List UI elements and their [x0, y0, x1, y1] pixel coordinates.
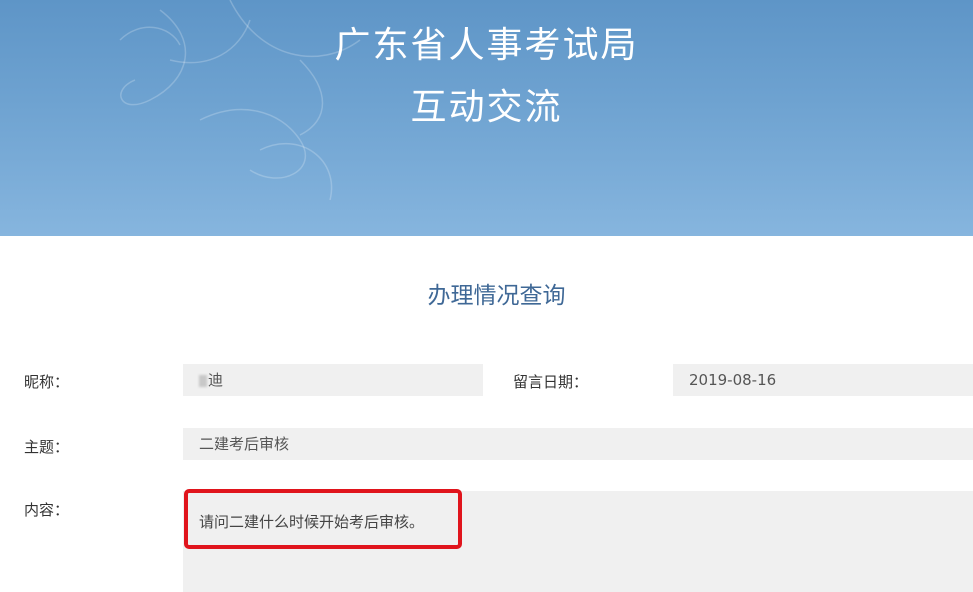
site-title: 广东省人事考试局 [334, 25, 639, 66]
subject-label: 主题： [24, 438, 70, 456]
content-field: 请问二建什么时候开始考后审核。 [183, 491, 973, 592]
redacted-mark [199, 374, 207, 387]
nickname-field: 迪 [183, 364, 483, 396]
date-field: 2019-08-16 [673, 364, 973, 396]
header-banner: 广东省人事考试局 互动交流 [0, 0, 973, 236]
nickname-value: 迪 [208, 371, 224, 389]
date-label: 留言日期： [513, 373, 589, 391]
subject-field: 二建考后审核 [183, 428, 973, 460]
site-subtitle: 互动交流 [410, 87, 563, 128]
page-title: 办理情况查询 [427, 283, 566, 309]
content-label: 内容： [24, 501, 70, 519]
nickname-label: 昵称： [24, 373, 70, 391]
content-value: 请问二建什么时候开始考后审核。 [199, 513, 425, 531]
